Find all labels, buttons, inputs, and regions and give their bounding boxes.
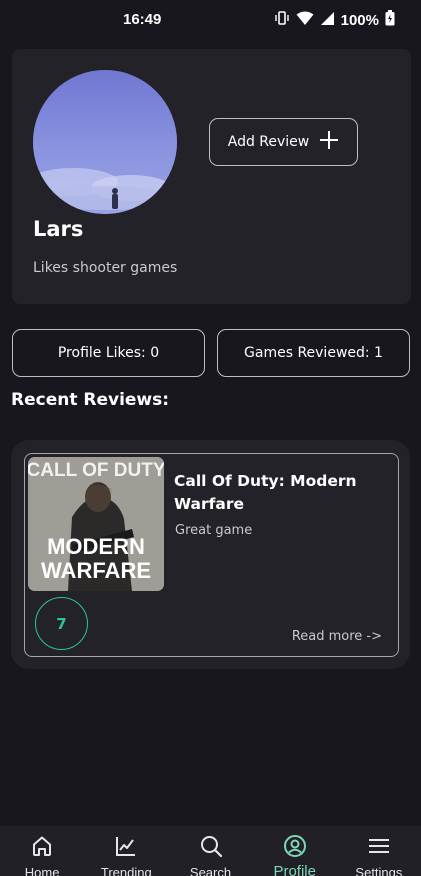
nav-settings[interactable]: Settings [337, 826, 421, 876]
battery-text: 100% [340, 11, 379, 29]
search-icon [199, 834, 223, 862]
cover-title-modern: MODERN [47, 534, 145, 559]
recent-reviews-card: CALL OF DUTY MODERN WARFARE Call Of Duty… [11, 440, 410, 669]
game-cover-image: CALL OF DUTY MODERN WARFARE [28, 457, 164, 591]
settings-icon [367, 834, 391, 862]
wifi-icon [296, 11, 314, 30]
review-text: Great game [175, 523, 253, 538]
status-time: 16:49 [123, 11, 162, 28]
signal-icon [320, 11, 335, 30]
games-reviewed-stat: Games Reviewed: 1 [217, 329, 410, 377]
nav-profile-label: Profile [273, 863, 316, 876]
nav-home-label: Home [24, 865, 60, 876]
add-review-label: Add Review [227, 134, 310, 150]
cover-title-top: CALL OF DUTY [28, 460, 164, 481]
plus-icon [319, 129, 339, 155]
nav-settings-label: Settings [355, 865, 403, 876]
nav-profile[interactable]: Profile [253, 826, 337, 876]
avatar[interactable] [33, 70, 177, 214]
nav-search-label: Search [189, 865, 232, 876]
avatar-image [33, 70, 177, 214]
read-more-link[interactable]: Read more -> [292, 629, 382, 644]
score-badge: 7 [35, 597, 88, 650]
add-review-button[interactable]: Add Review [209, 118, 358, 166]
game-title: Call Of Duty: Modern Warfare [174, 472, 357, 513]
nav-search[interactable]: Search [168, 826, 252, 876]
recent-reviews-title: Recent Reviews: [11, 390, 170, 410]
vibrate-icon [274, 10, 290, 30]
cover-title-warfare: WARFARE [41, 558, 151, 583]
nav-trending[interactable]: Trending [84, 826, 168, 876]
status-icons: 100% [274, 10, 395, 30]
review-item[interactable]: CALL OF DUTY MODERN WARFARE Call Of Duty… [24, 453, 399, 657]
username: Lars [33, 217, 84, 241]
profile-icon [283, 834, 307, 862]
bottom-nav: Home Trending Search Profile Settings [0, 826, 421, 876]
trending-icon [114, 834, 138, 862]
profile-card: Add Review Lars Likes shooter games [12, 49, 411, 304]
battery-icon [385, 10, 395, 30]
bio: Likes shooter games [33, 260, 178, 276]
home-icon [30, 834, 54, 862]
status-bar: 16:49 100% [0, 0, 421, 40]
nav-home[interactable]: Home [0, 826, 84, 876]
profile-likes-stat: Profile Likes: 0 [12, 329, 205, 377]
nav-trending-label: Trending [100, 865, 152, 876]
